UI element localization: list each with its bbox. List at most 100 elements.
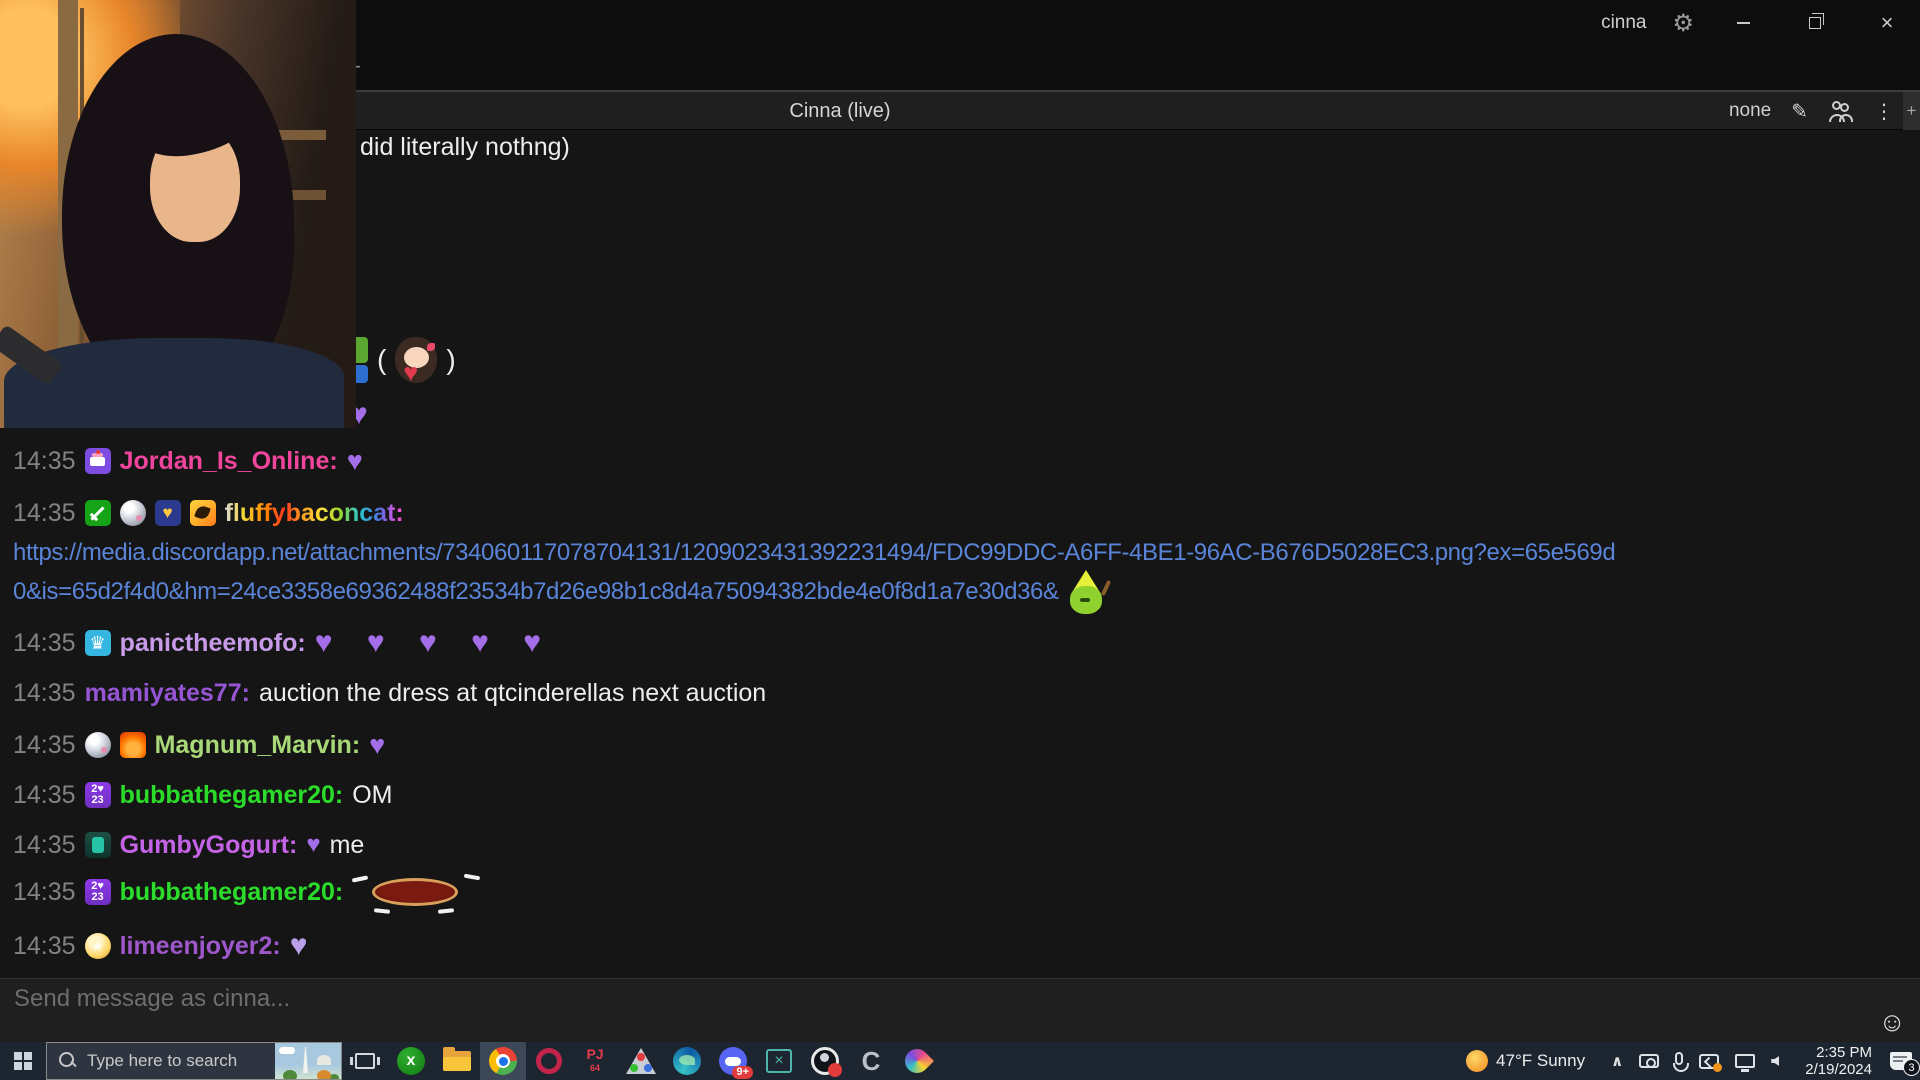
link-text[interactable]: 0&is=65d2f4d0&hm=24ce3358e69362488f23534…: [13, 578, 1059, 606]
disco-ball-badge-icon: [85, 732, 111, 758]
action-center-button[interactable]: 3: [1882, 1042, 1920, 1080]
taskbar-search[interactable]: Type here to search: [46, 1042, 342, 1080]
emote-pizza: [372, 878, 458, 906]
anime-girl-heart-emote[interactable]: ♥: [395, 337, 437, 383]
timestamp: 14:35: [13, 629, 76, 658]
close-button[interactable]: ×: [1864, 0, 1910, 46]
restore-icon: [1809, 17, 1821, 29]
tray-screenshare-button[interactable]: [1691, 1042, 1727, 1080]
app-icon-edge[interactable]: [664, 1042, 710, 1080]
app-icon-project64[interactable]: PJ 64: [572, 1042, 618, 1080]
person-head-icon: [1840, 103, 1849, 112]
emote-picker-smiley-icon[interactable]: ☺: [1878, 1007, 1906, 1038]
app-icon-opera-gx[interactable]: [526, 1042, 572, 1080]
emulator-triangle-icon: [626, 1048, 656, 1074]
purple-heart-emote[interactable]: ♥: [369, 732, 385, 759]
username[interactable]: panictheemofo:: [120, 629, 306, 658]
app-icon-chrome-active[interactable]: [480, 1042, 526, 1080]
xbox-icon: x: [397, 1047, 425, 1075]
recap-2023-badge-icon: 2♥ 23: [85, 782, 111, 808]
tray-volume-button[interactable]: [1763, 1042, 1795, 1080]
taskbar-clock[interactable]: 2:35 PM 2/19/2024: [1795, 1042, 1882, 1080]
chat-message[interactable]: 14:35 mamiyates77: auction the dress at …: [13, 674, 766, 712]
spinning-pizza-emote[interactable]: [352, 871, 480, 913]
emote-motion-line: [438, 908, 454, 914]
chat-message[interactable]: 14:35 Magnum_Marvin: ♥: [13, 726, 385, 764]
timestamp: 14:35: [13, 447, 76, 476]
tray-expand-button[interactable]: ∧: [1603, 1042, 1631, 1080]
chat-message-occluded[interactable]: ( ♥ ): [353, 336, 456, 384]
viewer-list-icon[interactable]: [1828, 101, 1854, 121]
chat-input[interactable]: [14, 985, 1714, 1013]
notification-count: 3: [1903, 1059, 1920, 1076]
chat-message-link-line1[interactable]: https://media.discordapp.net/attachments…: [13, 534, 1615, 572]
chatterino-icon: C: [862, 1046, 881, 1077]
minimize-button[interactable]: [1720, 0, 1766, 46]
kebab-menu-icon[interactable]: ⋮: [1874, 99, 1894, 124]
username[interactable]: GumbyGogurt:: [120, 831, 298, 860]
pencil-icon[interactable]: ✎: [1791, 99, 1808, 124]
username[interactable]: Jordan_Is_Online:: [120, 447, 338, 476]
webcam-overlay: [0, 0, 356, 428]
app-icon-emulator[interactable]: [618, 1042, 664, 1080]
purple-heart-emote[interactable]: ♥: [347, 448, 363, 475]
paint-drop-icon: [900, 1044, 934, 1078]
tray-microphone-button[interactable]: [1667, 1042, 1691, 1080]
chat-message-wrapped[interactable]: did literally nothng): [360, 128, 570, 166]
chat-message[interactable]: 14:35 ♛ panictheemofo: ♥ ♥ ♥ ♥ ♥: [13, 624, 554, 662]
chat-message[interactable]: 14:35 GumbyGogurt: ♥ me: [13, 826, 364, 864]
username[interactable]: fluffybaconcat:: [225, 499, 404, 528]
app-icon-xbox[interactable]: x: [388, 1042, 434, 1080]
app-icon-capture[interactable]: ×: [756, 1042, 802, 1080]
chat-message[interactable]: 14:35 Jordan_Is_Online: ♥: [13, 442, 363, 480]
message-text: ): [446, 344, 455, 376]
controller-icon: [725, 1057, 741, 1066]
task-view-button[interactable]: [342, 1042, 388, 1080]
tray-camera-button[interactable]: [1631, 1042, 1667, 1080]
start-button[interactable]: [0, 1042, 46, 1080]
emote-heart: ♥: [403, 361, 418, 386]
sword-icon: [90, 506, 104, 520]
purple-hearts-emotes[interactable]: ♥ ♥ ♥ ♥ ♥: [315, 628, 554, 658]
obs-icon: [811, 1047, 839, 1075]
chrome-icon: [489, 1047, 517, 1075]
weather-button[interactable]: 47°F Sunny: [1458, 1042, 1603, 1080]
flame-badge-icon: [120, 732, 146, 758]
discord-icon: 9+: [719, 1047, 747, 1075]
username[interactable]: bubbathegamer20:: [120, 878, 344, 907]
username[interactable]: limeenjoyer2:: [120, 932, 281, 961]
message-text: OM: [352, 781, 392, 810]
lime-hood-emote[interactable]: [1068, 570, 1108, 614]
app-icon-paint-app[interactable]: [894, 1042, 940, 1080]
tray-network-button[interactable]: [1727, 1042, 1763, 1080]
chat-message[interactable]: 14:35 2♥ 23 bubbathegamer20: OM: [13, 776, 393, 814]
app-icon-file-explorer[interactable]: [434, 1042, 480, 1080]
app-icon-discord[interactable]: 9+: [710, 1042, 756, 1080]
subscriber-cake-badge-icon: [85, 448, 111, 474]
username[interactable]: mamiyates77:: [85, 679, 250, 708]
purple-heart-emote[interactable]: ♥: [306, 833, 320, 857]
purple-heart-emote[interactable]: ♥: [290, 931, 308, 961]
app-icon-chatterino[interactable]: C: [848, 1042, 894, 1080]
chat-message[interactable]: 14:35 ★ limeenjoyer2: ♥: [13, 927, 308, 965]
add-split-button[interactable]: +: [1903, 92, 1920, 130]
timestamp: 14:35: [13, 878, 76, 907]
chat-message[interactable]: 14:35 ♥ fluffybaconcat:: [13, 494, 404, 532]
link-text[interactable]: https://media.discordapp.net/attachments…: [13, 539, 1615, 567]
username[interactable]: bubbathegamer20:: [120, 781, 344, 810]
message-text: (: [377, 344, 386, 376]
task-view-icon: [355, 1053, 375, 1069]
weather-text: 47°F Sunny: [1488, 1051, 1595, 1071]
tree-graphic: [283, 1070, 297, 1079]
chat-message[interactable]: 14:35 2♥ 23 bubbathegamer20:: [13, 868, 480, 916]
restore-button[interactable]: [1792, 0, 1838, 46]
search-highlight-image[interactable]: [275, 1043, 341, 1079]
app-icon-obs[interactable]: [802, 1042, 848, 1080]
settings-gear-icon[interactable]: ⚙: [1672, 9, 1694, 38]
sun-icon: [1466, 1050, 1488, 1072]
message-text: auction the dress at qtcinderellas next …: [259, 679, 766, 708]
timestamp: 14:35: [13, 831, 76, 860]
camera-icon: [1639, 1054, 1659, 1068]
username[interactable]: Magnum_Marvin:: [155, 731, 361, 760]
chat-message-link-line2[interactable]: 0&is=65d2f4d0&hm=24ce3358e69362488f23534…: [13, 573, 1108, 611]
